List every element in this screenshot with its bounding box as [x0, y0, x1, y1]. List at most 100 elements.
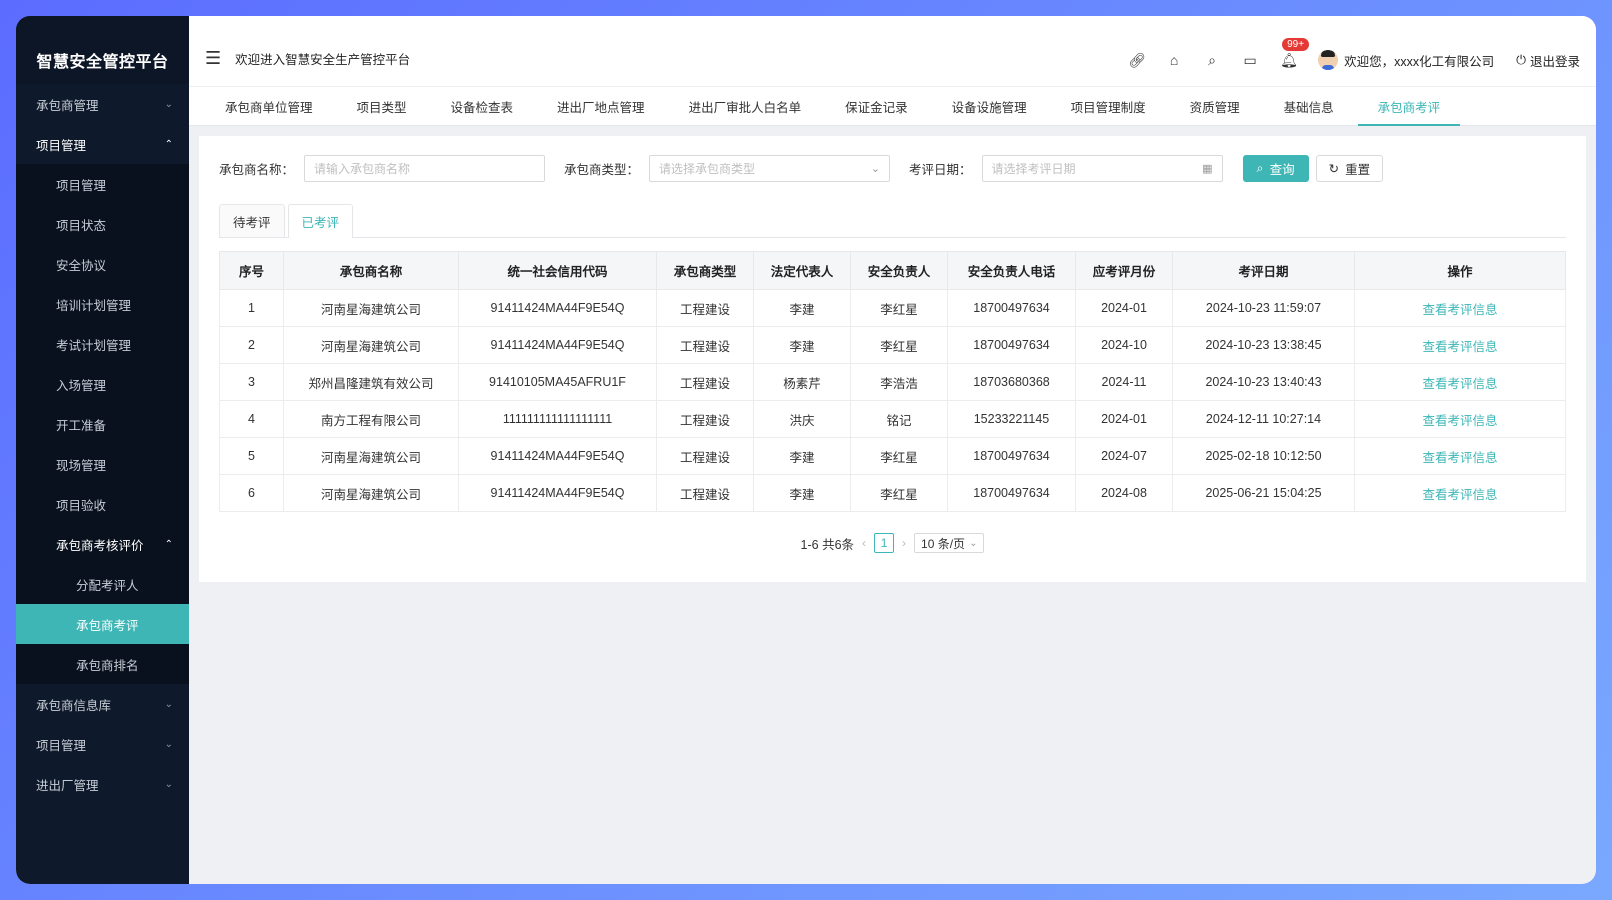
- sidebar-subitem-contractor-ranking[interactable]: 承包商排名: [16, 644, 189, 684]
- sidebar-item-label: 安全协议: [56, 258, 107, 273]
- chevron-down-icon: ⌄: [164, 98, 173, 110]
- sidebar-subitem-assign-evaluator[interactable]: 分配考评人: [16, 564, 189, 604]
- contractor-name-input[interactable]: 请输入承包商名称: [304, 154, 546, 182]
- table-cell: 2024-01: [1075, 289, 1173, 327]
- table-cell: 15233221145: [947, 400, 1076, 438]
- sidebar-subitem-entry[interactable]: 入场管理: [16, 364, 189, 404]
- view-review-link[interactable]: 查看考评信息: [1354, 363, 1566, 401]
- tab-project-rules[interactable]: 项目管理制度: [1051, 87, 1166, 125]
- table-cell: 工程建设: [656, 363, 754, 401]
- page-number[interactable]: 1: [874, 533, 895, 553]
- home-icon[interactable]: ⌂: [1166, 52, 1182, 68]
- chevron-down-icon: ⌄: [870, 162, 881, 175]
- table-cell: 工程建设: [656, 437, 754, 475]
- monitor-icon[interactable]: ▭: [1242, 52, 1258, 69]
- next-page-icon[interactable]: ›: [902, 536, 906, 550]
- sidebar-subitem-site-mgmt[interactable]: 现场管理: [16, 444, 189, 484]
- tab-contractor-unit[interactable]: 承包商单位管理: [205, 87, 333, 125]
- view-review-link[interactable]: 查看考评信息: [1354, 474, 1566, 512]
- filter-bar: 承包商名称： 请输入承包商名称 承包商类型： 请选择承包商类型 ⌄ 考评日期： …: [219, 154, 1566, 182]
- table-cell: 2024-11: [1075, 363, 1173, 401]
- table-cell: 李浩浩: [850, 363, 948, 401]
- date-placeholder: 请选择考评日期: [991, 161, 1076, 176]
- menu-fold-icon[interactable]: ☰: [205, 48, 221, 69]
- brand-title: 智慧安全管控平台: [16, 16, 189, 84]
- table-cell: 河南星海建筑公司: [283, 289, 459, 327]
- search-icon[interactable]: ⌕: [1204, 52, 1220, 69]
- sidebar-subitem-contractor-eval[interactable]: 承包商考核评价 ⌃: [16, 524, 189, 564]
- tab-project-type[interactable]: 项目类型: [337, 87, 427, 125]
- sidebar-item-label: 分配考评人: [76, 578, 139, 593]
- sidebar-subitem-training-plan[interactable]: 培训计划管理: [16, 284, 189, 324]
- tab-pending-review[interactable]: 待考评: [219, 204, 285, 237]
- sidebar-subitem-contractor-review[interactable]: 承包商考评: [16, 604, 189, 644]
- tab-approver-whitelist[interactable]: 进出厂审批人白名单: [669, 87, 822, 125]
- page-size-select[interactable]: 10 条/页 ⌄: [914, 533, 985, 553]
- chevron-up-icon: ⌃: [164, 138, 173, 150]
- review-table: 序号 承包商名称 统一社会信用代码 承包商类型 法定代表人 安全负责人 安全负责人电话 应考评…: [219, 251, 1566, 512]
- sidebar-item-label: 项目验收: [56, 498, 107, 513]
- column-header: 安全负责人电话: [947, 251, 1076, 290]
- sidebar-item-label: 开工准备: [56, 418, 107, 433]
- user-greeting: 欢迎您，xxxx化工有限公司: [1344, 54, 1495, 69]
- logout-button[interactable]: ⏻ 退出登录: [1516, 51, 1580, 70]
- reset-button[interactable]: ↻ 重置: [1315, 154, 1384, 182]
- sidebar-item-contractor-mgmt[interactable]: 承包商管理 ⌄: [16, 84, 189, 124]
- sidebar-item-project-mgmt-2[interactable]: 项目管理 ⌄: [16, 724, 189, 764]
- table-cell: 2024-10-23 11:59:07: [1172, 289, 1355, 327]
- review-date-picker[interactable]: 请选择考评日期 ▦: [981, 154, 1223, 182]
- sidebar-item-label: 项目状态: [56, 218, 107, 233]
- sidebar-item-label: 承包商管理: [36, 98, 99, 113]
- sidebar-item-project-mgmt[interactable]: 项目管理 ⌃: [16, 124, 189, 164]
- sidebar-subitem-acceptance[interactable]: 项目验收: [16, 484, 189, 524]
- table-cell: 111111111111111111: [458, 400, 657, 438]
- sidebar-item-access-mgmt[interactable]: 进出厂管理 ⌄: [16, 764, 189, 804]
- table-cell: 4: [219, 400, 284, 438]
- logout-icon: ⏻: [1516, 52, 1526, 67]
- sidebar-item-label: 项目管理: [56, 178, 107, 193]
- sidebar-item-contractor-db[interactable]: 承包商信息库 ⌄: [16, 684, 189, 724]
- user-menu[interactable]: 欢迎您，xxxx化工有限公司: [1318, 50, 1494, 70]
- chevron-up-icon: ⌃: [164, 538, 173, 550]
- table-cell: 2024-01: [1075, 400, 1173, 438]
- sidebar-subitem-project-status[interactable]: 项目状态: [16, 204, 189, 244]
- tab-basic-info[interactable]: 基础信息: [1264, 87, 1354, 125]
- table-cell: 工程建设: [656, 326, 754, 364]
- table-cell: 李红星: [850, 326, 948, 364]
- main-area: ☰ 欢迎进入智慧安全生产管控平台 🔗︎ ⌂ ⌕ ▭ 🔔︎ 99+ 欢迎您，xxxx…: [189, 16, 1596, 884]
- view-review-link[interactable]: 查看考评信息: [1354, 326, 1566, 364]
- tab-equipment-checklist[interactable]: 设备检查表: [431, 87, 534, 125]
- prev-page-icon[interactable]: ‹: [862, 536, 866, 550]
- table-cell: 18700497634: [947, 474, 1076, 512]
- tab-reviewed[interactable]: 已考评: [287, 204, 354, 238]
- table-cell: 李建: [753, 326, 851, 364]
- view-review-link[interactable]: 查看考评信息: [1354, 289, 1566, 327]
- search-button[interactable]: ⌕ 查询: [1242, 154, 1309, 182]
- sidebar-subitem-exam-plan[interactable]: 考试计划管理: [16, 324, 189, 364]
- content-area: 承包商名称： 请输入承包商名称 承包商类型： 请选择承包商类型 ⌄ 考评日期： …: [189, 126, 1596, 582]
- tab-qualification[interactable]: 资质管理: [1170, 87, 1260, 125]
- table-cell: 2024-10: [1075, 326, 1173, 364]
- sidebar-subitem-safety-agreement[interactable]: 安全协议: [16, 244, 189, 284]
- bell-icon[interactable]: 🔔︎ 99+: [1280, 37, 1310, 69]
- table-cell: 李红星: [850, 289, 948, 327]
- sidebar-subitem-project[interactable]: 项目管理: [16, 164, 189, 204]
- sidebar: 智慧安全管控平台 承包商管理 ⌄ 项目管理 ⌃ 项目管理 项目状态 安全协议 培…: [16, 16, 189, 884]
- reset-button-label: 重置: [1345, 162, 1371, 177]
- sidebar-item-label: 项目管理: [36, 138, 87, 153]
- tab-access-locations[interactable]: 进出厂地点管理: [537, 87, 665, 125]
- contractor-type-select[interactable]: 请选择承包商类型 ⌄: [649, 154, 891, 182]
- sidebar-subitem-start-prep[interactable]: 开工准备: [16, 404, 189, 444]
- table-cell: 郑州昌隆建筑有效公司: [283, 363, 459, 401]
- view-review-link[interactable]: 查看考评信息: [1354, 437, 1566, 475]
- tab-contractor-review[interactable]: 承包商考评: [1357, 87, 1461, 126]
- tab-facility-mgmt[interactable]: 设备设施管理: [932, 87, 1047, 125]
- table-cell: 6: [219, 474, 284, 512]
- tab-deposit-records[interactable]: 保证金记录: [825, 87, 928, 125]
- table-row: 6 河南星海建筑公司 91411424MA44F9E54Q 工程建设 李建 李红星 1870…: [219, 474, 1566, 512]
- search-button-label: 查询: [1269, 162, 1295, 177]
- table-cell: 工程建设: [656, 474, 754, 512]
- table-cell: 91411424MA44F9E54Q: [458, 326, 657, 364]
- link-icon[interactable]: 🔗︎: [1128, 52, 1146, 69]
- view-review-link[interactable]: 查看考评信息: [1354, 400, 1566, 438]
